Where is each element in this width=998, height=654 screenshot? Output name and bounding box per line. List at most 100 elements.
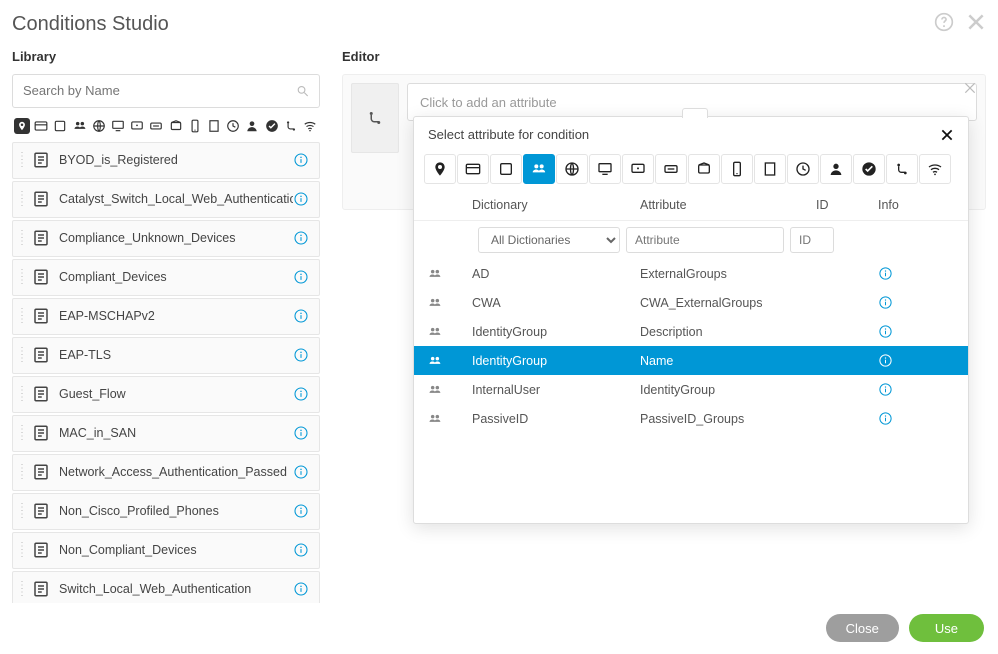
filter-globe-icon[interactable] — [91, 118, 107, 134]
cat-radius-icon[interactable] — [655, 154, 687, 184]
info-icon[interactable] — [293, 347, 309, 363]
col-dictionary: Dictionary — [472, 198, 640, 212]
cat-pin-icon[interactable] — [424, 154, 456, 184]
info-icon[interactable] — [293, 464, 309, 480]
info-icon[interactable] — [293, 269, 309, 285]
search-input[interactable] — [12, 74, 320, 108]
row-info-icon[interactable] — [878, 411, 954, 426]
cat-plug-icon[interactable] — [886, 154, 918, 184]
attribute-filter-input[interactable] — [626, 227, 784, 253]
drag-handle-icon[interactable] — [13, 194, 27, 205]
row-group-icon — [428, 267, 472, 281]
info-icon[interactable] — [293, 191, 309, 207]
cat-wifi-icon[interactable] — [919, 154, 951, 184]
info-icon[interactable] — [293, 152, 309, 168]
library-item[interactable]: Catalyst_Switch_Local_Web_Authentication — [12, 181, 320, 218]
info-icon[interactable] — [293, 425, 309, 441]
row-info-icon[interactable] — [878, 353, 954, 368]
dictionary-select[interactable]: All Dictionaries — [478, 227, 620, 253]
library-item[interactable]: BYOD_is_Registered — [12, 142, 320, 179]
drag-handle-icon[interactable] — [13, 155, 27, 166]
info-icon[interactable] — [293, 308, 309, 324]
popover-rows: ADExternalGroupsCWACWA_ExternalGroupsIde… — [414, 259, 968, 433]
library-item[interactable]: Compliant_Devices — [12, 259, 320, 296]
filter-device-icon[interactable] — [129, 118, 145, 134]
library-item[interactable]: Network_Access_Authentication_Passed — [12, 454, 320, 491]
library-item[interactable]: EAP-MSCHAPv2 — [12, 298, 320, 335]
drag-handle-icon[interactable] — [13, 272, 27, 283]
drag-handle-icon[interactable] — [13, 311, 27, 322]
filter-building-icon[interactable] — [206, 118, 222, 134]
page-title: Conditions Studio — [12, 13, 169, 36]
filter-group-icon[interactable] — [72, 118, 88, 134]
close-icon[interactable] — [966, 12, 986, 37]
library-item[interactable]: Compliance_Unknown_Devices — [12, 220, 320, 257]
filter-phone-icon[interactable] — [187, 118, 203, 134]
attribute-row[interactable]: ADExternalGroups — [414, 259, 968, 288]
filter-check-icon[interactable] — [263, 118, 279, 134]
filter-square-icon[interactable] — [52, 118, 68, 134]
drag-handle-icon[interactable] — [13, 545, 27, 556]
row-dictionary: IdentityGroup — [472, 354, 640, 368]
cat-group-icon[interactable] — [523, 154, 555, 184]
filter-monitor-icon[interactable] — [110, 118, 126, 134]
filter-radius-icon[interactable] — [148, 118, 164, 134]
cat-user-icon[interactable] — [820, 154, 852, 184]
cat-building-icon[interactable] — [754, 154, 786, 184]
drag-handle-icon[interactable] — [13, 389, 27, 400]
popover-close-icon[interactable] — [940, 128, 954, 142]
row-info-icon[interactable] — [878, 382, 954, 397]
library-item[interactable]: Non_Compliant_Devices — [12, 532, 320, 569]
editor-clear-icon[interactable] — [963, 81, 977, 95]
help-icon[interactable] — [934, 12, 954, 37]
cat-clock-icon[interactable] — [787, 154, 819, 184]
editor-rail-icon[interactable] — [351, 83, 399, 153]
library-item[interactable]: Guest_Flow — [12, 376, 320, 413]
cat-globe-icon[interactable] — [556, 154, 588, 184]
info-icon[interactable] — [293, 542, 309, 558]
info-icon[interactable] — [293, 581, 309, 597]
cat-monitor-icon[interactable] — [589, 154, 621, 184]
drag-handle-icon[interactable] — [13, 350, 27, 361]
library-item[interactable]: Switch_Local_Web_Authentication — [12, 571, 320, 603]
info-icon[interactable] — [293, 230, 309, 246]
info-icon[interactable] — [293, 503, 309, 519]
cat-device-icon[interactable] — [622, 154, 654, 184]
row-group-icon — [428, 354, 472, 368]
filter-plug-icon[interactable] — [283, 118, 299, 134]
library-item[interactable]: MAC_in_SAN — [12, 415, 320, 452]
filter-clock-icon[interactable] — [225, 118, 241, 134]
drag-handle-icon[interactable] — [13, 506, 27, 517]
id-filter-input[interactable] — [790, 227, 834, 253]
filter-shield-icon[interactable] — [168, 118, 184, 134]
drag-handle-icon[interactable] — [13, 584, 27, 595]
attribute-row[interactable]: PassiveIDPassiveID_Groups — [414, 404, 968, 433]
cat-square-icon[interactable] — [490, 154, 522, 184]
filter-user-icon[interactable] — [244, 118, 260, 134]
condition-icon — [31, 502, 51, 520]
filter-pin-icon[interactable] — [14, 118, 30, 134]
drag-handle-icon[interactable] — [13, 233, 27, 244]
cat-card-icon[interactable] — [457, 154, 489, 184]
attribute-row[interactable]: CWACWA_ExternalGroups — [414, 288, 968, 317]
search-field[interactable] — [23, 83, 296, 98]
attribute-row[interactable]: InternalUserIdentityGroup — [414, 375, 968, 404]
row-info-icon[interactable] — [878, 295, 954, 310]
info-icon[interactable] — [293, 386, 309, 402]
row-info-icon[interactable] — [878, 266, 954, 281]
library-item[interactable]: Non_Cisco_Profiled_Phones — [12, 493, 320, 530]
use-button[interactable]: Use — [909, 614, 984, 642]
attribute-row[interactable]: IdentityGroupDescription — [414, 317, 968, 346]
close-button[interactable]: Close — [826, 614, 899, 642]
drag-handle-icon[interactable] — [13, 467, 27, 478]
cat-check-icon[interactable] — [853, 154, 885, 184]
attribute-row[interactable]: IdentityGroupName — [414, 346, 968, 375]
cat-shield-icon[interactable] — [688, 154, 720, 184]
library-item[interactable]: EAP-TLS — [12, 337, 320, 374]
row-info-icon[interactable] — [878, 324, 954, 339]
drag-handle-icon[interactable] — [13, 428, 27, 439]
cat-phone-icon[interactable] — [721, 154, 753, 184]
filter-wifi-icon[interactable] — [302, 118, 318, 134]
filter-card-icon[interactable] — [33, 118, 49, 134]
library-item-label: MAC_in_SAN — [59, 426, 293, 440]
